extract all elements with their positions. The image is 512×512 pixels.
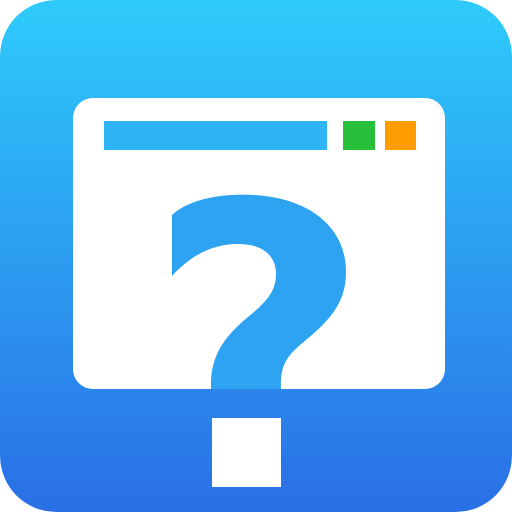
unknown-window-help-icon bbox=[0, 0, 512, 512]
question-mark-dot bbox=[212, 418, 281, 487]
window-maximize-button bbox=[343, 121, 375, 150]
window-minimize-button bbox=[385, 121, 416, 150]
window-titlebar bbox=[104, 121, 327, 150]
icon-graphic bbox=[0, 0, 512, 512]
